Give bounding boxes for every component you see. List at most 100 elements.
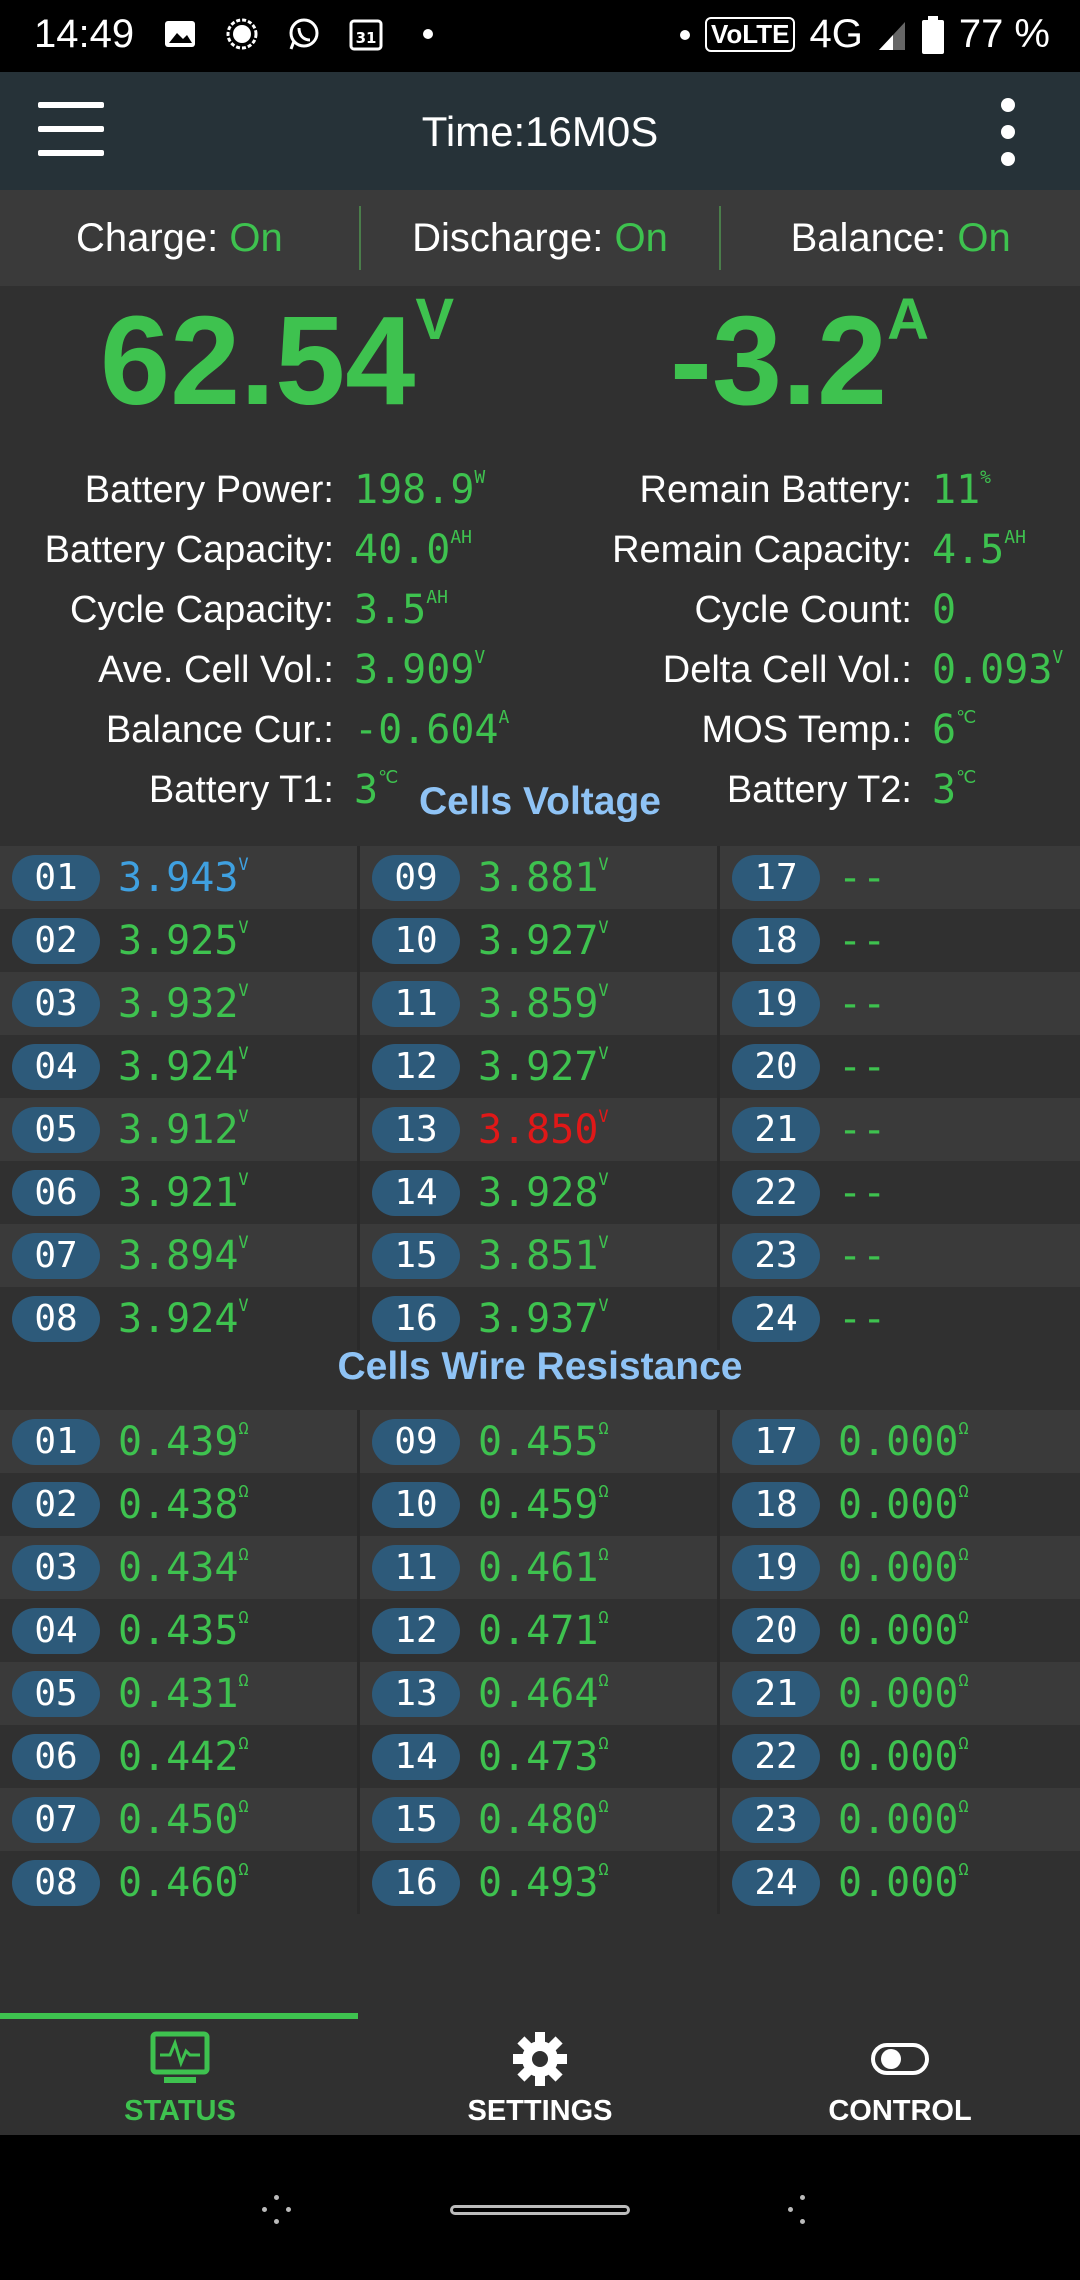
summary-panel: 62.54V -3.2A Battery Power: 198.9W Battery… xyxy=(0,287,1080,813)
cell-03: 03 3.932V xyxy=(0,972,360,1035)
cell-number-badge: 02 xyxy=(12,1481,100,1528)
cell-number-badge: 02 xyxy=(12,917,100,964)
balance-status: Balance: On xyxy=(790,215,1011,260)
cell-value: 3.912V xyxy=(118,1106,249,1153)
monitor-pulse-icon xyxy=(150,2031,210,2083)
tab-settings[interactable]: SETTINGS xyxy=(360,2013,720,2135)
cell-18: 18 0.000Ω xyxy=(720,1473,1080,1536)
home-button[interactable] xyxy=(450,2205,630,2215)
cells-voltage-grid: 01 3.943V 09 3.881V 17 -- 02 3.925V 10 3.927V 18 --… xyxy=(0,846,1080,1350)
cell-number-badge: 14 xyxy=(372,1169,460,1216)
cell-number-badge: 06 xyxy=(12,1169,100,1216)
table-row: 01 0.439Ω 09 0.455Ω 17 0.000Ω xyxy=(0,1410,1080,1473)
cell-02: 02 0.438Ω xyxy=(0,1473,360,1536)
cell-number-badge: 01 xyxy=(12,854,100,901)
table-row: 08 0.460Ω 16 0.493Ω 24 0.000Ω xyxy=(0,1851,1080,1914)
cell-08: 08 3.924V xyxy=(0,1287,360,1350)
cell-value: 0.461Ω xyxy=(478,1544,609,1591)
back-icon[interactable] xyxy=(788,2195,818,2225)
page-title: Time:16M0S xyxy=(421,108,659,155)
signal-app-icon xyxy=(222,14,262,54)
cell-value: 0.439Ω xyxy=(118,1418,249,1465)
image-icon xyxy=(160,14,200,54)
cells-resistance-grid: 01 0.439Ω 09 0.455Ω 17 0.000Ω 02 0.438Ω 10 0.459Ω… xyxy=(0,1410,1080,1914)
gear-icon xyxy=(513,2032,567,2086)
cell-22: 22 0.000Ω xyxy=(720,1725,1080,1788)
cell-07: 07 0.450Ω xyxy=(0,1788,360,1851)
cell-number-badge: 13 xyxy=(372,1106,460,1153)
recents-icon[interactable] xyxy=(262,2195,292,2225)
cell-value: 3.894V xyxy=(118,1232,249,1279)
cell-value: 0.480Ω xyxy=(478,1796,609,1843)
table-row: 02 0.438Ω 10 0.459Ω 18 0.000Ω xyxy=(0,1473,1080,1536)
cell-value: 3.925V xyxy=(118,917,249,964)
cell-number-badge: 24 xyxy=(732,1295,820,1342)
cell-number-badge: 21 xyxy=(732,1670,820,1717)
cell-06: 06 0.442Ω xyxy=(0,1725,360,1788)
cell-number-badge: 24 xyxy=(732,1859,820,1906)
cell-number-badge: 05 xyxy=(12,1670,100,1717)
status-bar: 14:49 31 VoLTE 4G 77 % xyxy=(0,0,1080,72)
cell-value: 0.435Ω xyxy=(118,1607,249,1654)
stat-label: Delta Cell Vol.: xyxy=(662,648,912,691)
cell-number-badge: 03 xyxy=(12,1544,100,1591)
cell-value: 0.442Ω xyxy=(118,1733,249,1780)
stat-value: 0.093V xyxy=(932,647,1064,693)
total-voltage: 62.54V xyxy=(100,287,454,431)
cell-value: 3.927V xyxy=(478,1043,609,1090)
cell-value: -- xyxy=(838,1295,887,1342)
cell-value: -- xyxy=(838,1169,887,1216)
stat-value: 40.0AH xyxy=(354,527,473,573)
cell-19: 19 -- xyxy=(720,972,1080,1035)
status-content: Charge: On Discharge: On Balance: On 62.… xyxy=(0,190,1080,2013)
cell-value: 0.000Ω xyxy=(838,1418,969,1465)
more-notifications-dot-icon xyxy=(408,14,448,54)
calendar-day: 31 xyxy=(356,29,377,47)
tab-control[interactable]: CONTROL xyxy=(720,2013,1080,2135)
cell-value: 0.459Ω xyxy=(478,1481,609,1528)
tab-status[interactable]: STATUS xyxy=(0,2013,360,2135)
cell-24: 24 0.000Ω xyxy=(720,1851,1080,1914)
cell-value: 0.000Ω xyxy=(838,1670,969,1717)
discharge-status-value: On xyxy=(614,215,668,260)
cell-22: 22 -- xyxy=(720,1161,1080,1224)
tab-status-label: STATUS xyxy=(124,2095,236,2127)
cell-number-badge: 22 xyxy=(732,1733,820,1780)
cell-number-badge: 16 xyxy=(372,1295,460,1342)
cell-number-badge: 19 xyxy=(732,1544,820,1591)
cell-number-badge: 13 xyxy=(372,1670,460,1717)
cells-voltage-title: Cells Voltage xyxy=(418,780,662,823)
cell-number-badge: 09 xyxy=(372,1418,460,1465)
cell-12: 12 3.927V xyxy=(360,1035,720,1098)
cell-value: 0.000Ω xyxy=(838,1733,969,1780)
cell-value: 3.943V xyxy=(118,854,249,901)
cell-04: 04 3.924V xyxy=(0,1035,360,1098)
cell-number-badge: 11 xyxy=(372,980,460,1027)
status-right: VoLTE 4G 77 % xyxy=(679,12,1050,57)
cell-value: 3.851V xyxy=(478,1232,609,1279)
cell-number-badge: 04 xyxy=(12,1607,100,1654)
cell-value: 3.921V xyxy=(118,1169,249,1216)
cell-number-badge: 18 xyxy=(732,1481,820,1528)
cell-20: 20 0.000Ω xyxy=(720,1599,1080,1662)
table-row: 03 3.932V 11 3.859V 19 -- xyxy=(0,972,1080,1035)
cell-value: 0.000Ω xyxy=(838,1481,969,1528)
cell-number-badge: 20 xyxy=(732,1043,820,1090)
cell-number-badge: 05 xyxy=(12,1106,100,1153)
stat-label: Balance Cur.: xyxy=(105,708,334,751)
discharge-status: Discharge: On xyxy=(412,215,668,260)
cell-value: 0.438Ω xyxy=(118,1481,249,1528)
stat-label: Cycle Count: xyxy=(694,588,912,631)
table-row: 08 3.924V 16 3.937V 24 -- xyxy=(0,1287,1080,1350)
battery-icon xyxy=(921,15,944,54)
table-row: 04 3.924V 12 3.927V 20 -- xyxy=(0,1035,1080,1098)
system-navigation-bar xyxy=(0,2135,1080,2280)
cell-02: 02 3.925V xyxy=(0,909,360,972)
cell-value: 0.450Ω xyxy=(118,1796,249,1843)
more-options-icon[interactable] xyxy=(996,98,1020,166)
stat-label: Cycle Capacity: xyxy=(70,588,334,631)
cell-value: 0.000Ω xyxy=(838,1544,969,1591)
table-row: 07 0.450Ω 15 0.480Ω 23 0.000Ω xyxy=(0,1788,1080,1851)
cell-number-badge: 20 xyxy=(732,1607,820,1654)
toggle-icon xyxy=(871,2043,929,2075)
